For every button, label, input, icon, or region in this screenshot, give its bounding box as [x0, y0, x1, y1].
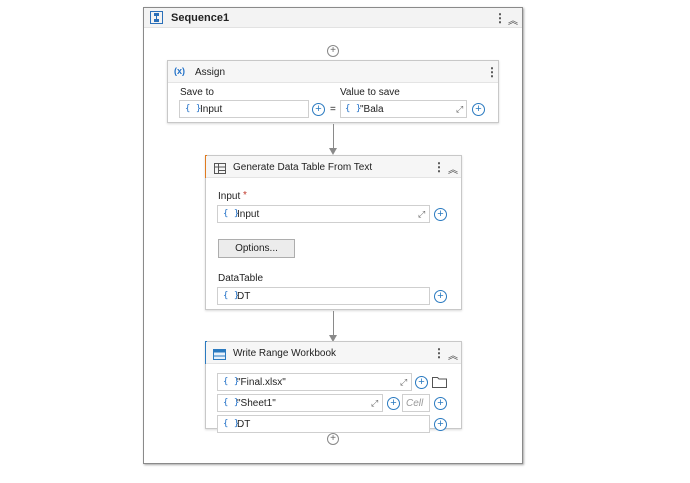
sequence-collapse-icon[interactable]: ︽ [508, 12, 518, 27]
input-field[interactable]: { } Input ⤢ [217, 205, 430, 223]
sequence-icon [150, 11, 163, 24]
generate-title: Generate Data Table From Text [233, 162, 373, 173]
sheet-name-field[interactable]: { } "Sheet1" ⤢ [217, 394, 383, 412]
flow-arrow-icon [329, 148, 337, 155]
sequence-title: Sequence1 [171, 12, 230, 24]
value-to-save-label: Value to save [340, 87, 400, 98]
options-button[interactable]: Options... [218, 239, 295, 258]
assign-title: Assign [195, 67, 226, 78]
assign-icon: (x) [174, 66, 185, 76]
data-table-value: DT [237, 419, 251, 430]
cell-placeholder: Cell [406, 398, 424, 409]
write-range-menu-icon[interactable]: ⋮ [433, 347, 445, 359]
sequence-menu-icon[interactable]: ⋮ [494, 12, 506, 24]
expression-icon: { } [185, 104, 202, 114]
write-range-activity[interactable]: Write Range Workbook ⋮ ︽ { } "Final.xlsx… [205, 341, 462, 433]
datatable-label: DataTable [218, 273, 264, 284]
data-table-add-button[interactable]: + [434, 418, 447, 431]
datatable-value: DT [237, 291, 251, 302]
value-to-save-field[interactable]: { } "Bala ⤢ [340, 100, 467, 118]
data-table-field[interactable]: { } DT [217, 415, 430, 433]
generate-header[interactable]: Generate Data Table From Text ⋮ ︽ [206, 156, 461, 178]
datatable-field[interactable]: { } DT [217, 287, 430, 305]
add-activity-top-button[interactable]: + [327, 45, 339, 57]
expand-icon[interactable]: ⤢ [418, 209, 425, 220]
cell-add-button[interactable]: + [434, 397, 447, 410]
workbook-path-value: "Final.xlsx" [237, 377, 286, 388]
assign-activity[interactable]: (x) Assign ⋮ Save to Value to save { } I… [167, 60, 499, 123]
excel-range-icon [213, 347, 226, 360]
expression-icon: { } [345, 104, 362, 114]
folder-icon[interactable] [432, 375, 447, 388]
sequence-header[interactable]: Sequence1 ⋮ ︽ [144, 8, 522, 28]
write-range-header[interactable]: Write Range Workbook ⋮ ︽ [206, 342, 461, 364]
input-value: Input [237, 209, 260, 220]
save-to-field[interactable]: { } Input [179, 100, 309, 118]
add-activity-bottom-button[interactable]: + [327, 433, 339, 445]
generate-collapse-icon[interactable]: ︽ [448, 161, 458, 176]
cell-field[interactable]: Cell [402, 394, 430, 412]
save-to-add-button[interactable]: + [312, 103, 325, 116]
assign-menu-icon[interactable]: ⋮ [486, 66, 498, 78]
sequence-container[interactable]: Sequence1 ⋮ ︽ + (x) Assign ⋮ Save to Val… [143, 7, 523, 464]
datatable-add-button[interactable]: + [434, 290, 447, 303]
generate-data-table-activity[interactable]: Generate Data Table From Text ⋮ ︽ Input … [205, 155, 462, 310]
table-icon [214, 161, 226, 174]
required-mark: * [243, 190, 247, 201]
equals-sign: = [330, 104, 336, 115]
write-range-title: Write Range Workbook [233, 348, 337, 359]
sheet-name-add-button[interactable]: + [387, 397, 400, 410]
input-add-button[interactable]: + [434, 208, 447, 221]
input-label: Input [218, 191, 241, 202]
save-to-label: Save to [180, 87, 214, 98]
save-to-value: Input [200, 104, 223, 115]
sheet-name-value: "Sheet1" [237, 398, 276, 409]
workbook-path-add-button[interactable]: + [415, 376, 428, 389]
write-range-collapse-icon[interactable]: ︽ [448, 347, 458, 362]
value-add-button[interactable]: + [472, 103, 485, 116]
value-to-save-value: "Bala [360, 104, 384, 115]
workbook-path-field[interactable]: { } "Final.xlsx" ⤢ [217, 373, 412, 391]
expand-icon[interactable]: ⤢ [371, 398, 378, 409]
generate-menu-icon[interactable]: ⋮ [433, 161, 445, 173]
expand-icon[interactable]: ⤢ [456, 104, 463, 115]
assign-header[interactable]: (x) Assign ⋮ [168, 61, 498, 83]
flow-connector [333, 124, 334, 150]
flow-connector [333, 311, 334, 337]
expand-icon[interactable]: ⤢ [400, 377, 407, 388]
